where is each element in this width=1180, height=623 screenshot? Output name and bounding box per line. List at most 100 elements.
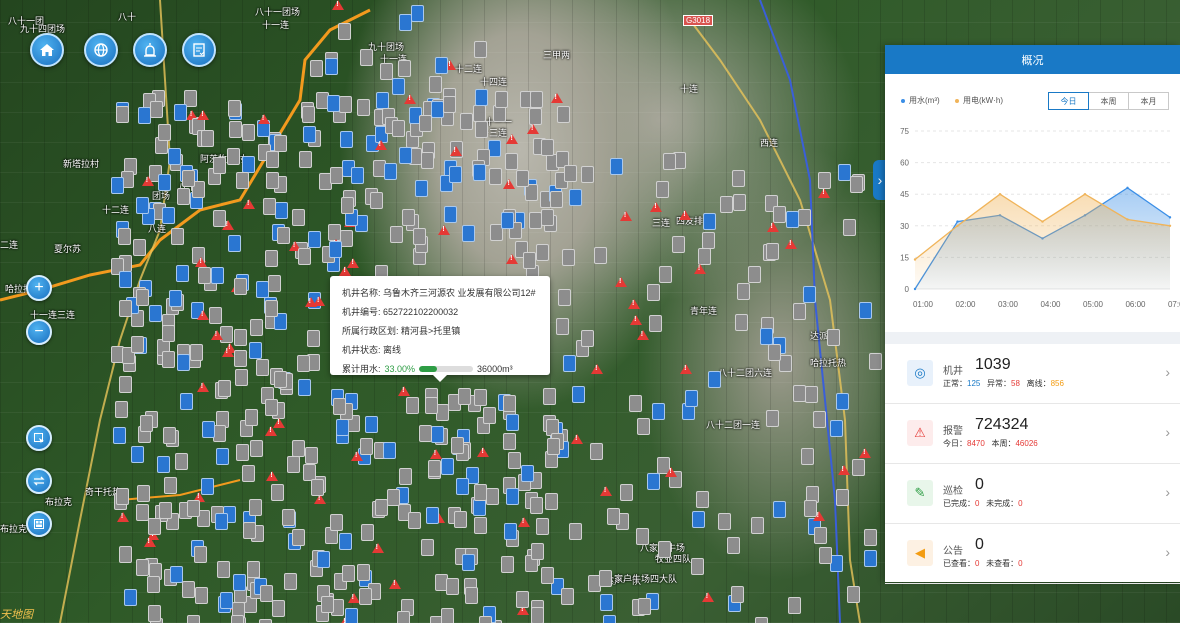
- well-marker-offline[interactable]: [638, 598, 652, 616]
- well-marker-normal[interactable]: [425, 507, 439, 525]
- well-marker-offline[interactable]: [754, 617, 768, 623]
- well-marker-offline[interactable]: [241, 465, 255, 483]
- well-marker-offline[interactable]: [766, 409, 780, 427]
- well-alarm-marker[interactable]: [347, 592, 360, 603]
- well-marker-offline[interactable]: [139, 415, 153, 433]
- well-marker-offline[interactable]: [412, 227, 426, 245]
- well-marker-offline[interactable]: [157, 123, 171, 141]
- well-marker-normal[interactable]: [609, 158, 623, 176]
- stat-patrol[interactable]: ✎ 巡检 0 已完成：0 未完成：0 ›: [885, 464, 1180, 524]
- well-marker-offline[interactable]: [419, 424, 433, 442]
- well-marker-offline[interactable]: [734, 314, 748, 332]
- well-marker-offline[interactable]: [529, 107, 543, 125]
- well-marker-offline[interactable]: [507, 452, 521, 470]
- well-alarm-marker[interactable]: [636, 329, 649, 340]
- well-alarm-marker[interactable]: [266, 471, 279, 482]
- well-marker-offline[interactable]: [818, 547, 832, 565]
- stat-notices[interactable]: ◀ 公告 0 已查看：0 未查看：0 ›: [885, 524, 1180, 584]
- well-marker-offline[interactable]: [561, 248, 575, 266]
- well-marker-normal[interactable]: [364, 415, 378, 433]
- well-marker-offline[interactable]: [628, 395, 642, 413]
- well-alarm-marker[interactable]: [650, 201, 663, 212]
- well-marker-offline[interactable]: [581, 329, 595, 347]
- well-marker-offline[interactable]: [516, 591, 530, 609]
- well-marker-normal[interactable]: [215, 513, 229, 531]
- data-point[interactable]: [913, 258, 917, 261]
- well-marker-normal[interactable]: [249, 341, 263, 359]
- well-marker-offline[interactable]: [427, 459, 441, 477]
- well-marker-offline[interactable]: [542, 388, 556, 406]
- well-marker-offline[interactable]: [136, 503, 150, 521]
- well-marker-offline[interactable]: [390, 225, 404, 243]
- well-alarm-marker[interactable]: [859, 447, 872, 458]
- well-marker-offline[interactable]: [234, 350, 248, 368]
- well-marker-offline[interactable]: [259, 585, 273, 603]
- well-marker-normal[interactable]: [652, 403, 666, 421]
- well-marker-offline[interactable]: [767, 343, 781, 361]
- well-alarm-marker[interactable]: [398, 385, 411, 396]
- well-marker-offline[interactable]: [501, 555, 515, 573]
- well-marker-normal[interactable]: [859, 301, 873, 319]
- well-marker-normal[interactable]: [382, 441, 396, 459]
- well-marker-normal[interactable]: [398, 147, 412, 165]
- well-alarm-marker[interactable]: [332, 0, 345, 11]
- well-marker-offline[interactable]: [137, 485, 151, 503]
- well-marker-offline[interactable]: [359, 587, 373, 605]
- well-alarm-marker[interactable]: [837, 465, 850, 476]
- well-marker-offline[interactable]: [731, 585, 745, 603]
- well-marker-offline[interactable]: [307, 329, 321, 347]
- well-marker-offline[interactable]: [695, 490, 709, 508]
- well-alarm-marker[interactable]: [313, 296, 326, 306]
- well-marker-normal[interactable]: [219, 591, 233, 609]
- well-marker-offline[interactable]: [229, 120, 243, 138]
- well-marker-normal[interactable]: [123, 589, 137, 607]
- well-marker-normal[interactable]: [504, 522, 518, 540]
- well-marker-offline[interactable]: [338, 23, 351, 41]
- well-marker-normal[interactable]: [462, 225, 476, 242]
- well-marker-offline[interactable]: [540, 567, 554, 585]
- well-marker-offline[interactable]: [421, 538, 435, 556]
- well-marker-normal[interactable]: [174, 104, 188, 122]
- well-marker-offline[interactable]: [459, 113, 473, 131]
- globe-button[interactable]: [84, 33, 118, 67]
- well-marker-normal[interactable]: [835, 393, 849, 411]
- data-point[interactable]: [956, 220, 959, 223]
- well-marker-offline[interactable]: [502, 433, 516, 451]
- well-marker-offline[interactable]: [369, 192, 383, 210]
- well-marker-offline[interactable]: [193, 546, 207, 564]
- well-marker-offline[interactable]: [339, 96, 353, 114]
- tab-0[interactable]: 今日: [1048, 92, 1089, 110]
- well-marker-normal[interactable]: [375, 91, 389, 109]
- well-marker-offline[interactable]: [772, 206, 786, 224]
- well-marker-offline[interactable]: [263, 197, 277, 215]
- well-alarm-marker[interactable]: [438, 225, 451, 236]
- well-marker-offline[interactable]: [450, 437, 464, 455]
- well-marker-offline[interactable]: [697, 247, 711, 265]
- well-alarm-marker[interactable]: [591, 364, 604, 375]
- well-marker-offline[interactable]: [118, 545, 132, 563]
- well-marker-offline[interactable]: [505, 152, 519, 170]
- well-marker-offline[interactable]: [356, 564, 370, 582]
- well-marker-offline[interactable]: [342, 564, 356, 582]
- well-marker-offline[interactable]: [249, 439, 263, 457]
- well-marker-offline[interactable]: [420, 152, 434, 170]
- well-marker-normal[interactable]: [215, 448, 229, 466]
- well-marker-offline[interactable]: [396, 610, 410, 623]
- well-marker-offline[interactable]: [564, 164, 578, 182]
- well-marker-offline[interactable]: [846, 586, 860, 604]
- well-marker-offline[interactable]: [292, 208, 306, 226]
- well-marker-offline[interactable]: [503, 395, 517, 413]
- well-marker-offline[interactable]: [236, 171, 250, 189]
- well-marker-offline[interactable]: [273, 370, 287, 388]
- well-alarm-marker[interactable]: [195, 257, 208, 268]
- well-marker-offline[interactable]: [119, 299, 133, 317]
- well-marker-normal[interactable]: [170, 566, 184, 584]
- well-marker-normal[interactable]: [255, 280, 269, 298]
- well-marker-offline[interactable]: [522, 252, 536, 270]
- well-marker-offline[interactable]: [242, 124, 256, 142]
- well-marker-normal[interactable]: [473, 499, 487, 517]
- well-marker-offline[interactable]: [359, 49, 373, 67]
- well-marker-offline[interactable]: [231, 615, 245, 623]
- well-marker-offline[interactable]: [798, 209, 812, 227]
- well-marker-offline[interactable]: [330, 167, 344, 185]
